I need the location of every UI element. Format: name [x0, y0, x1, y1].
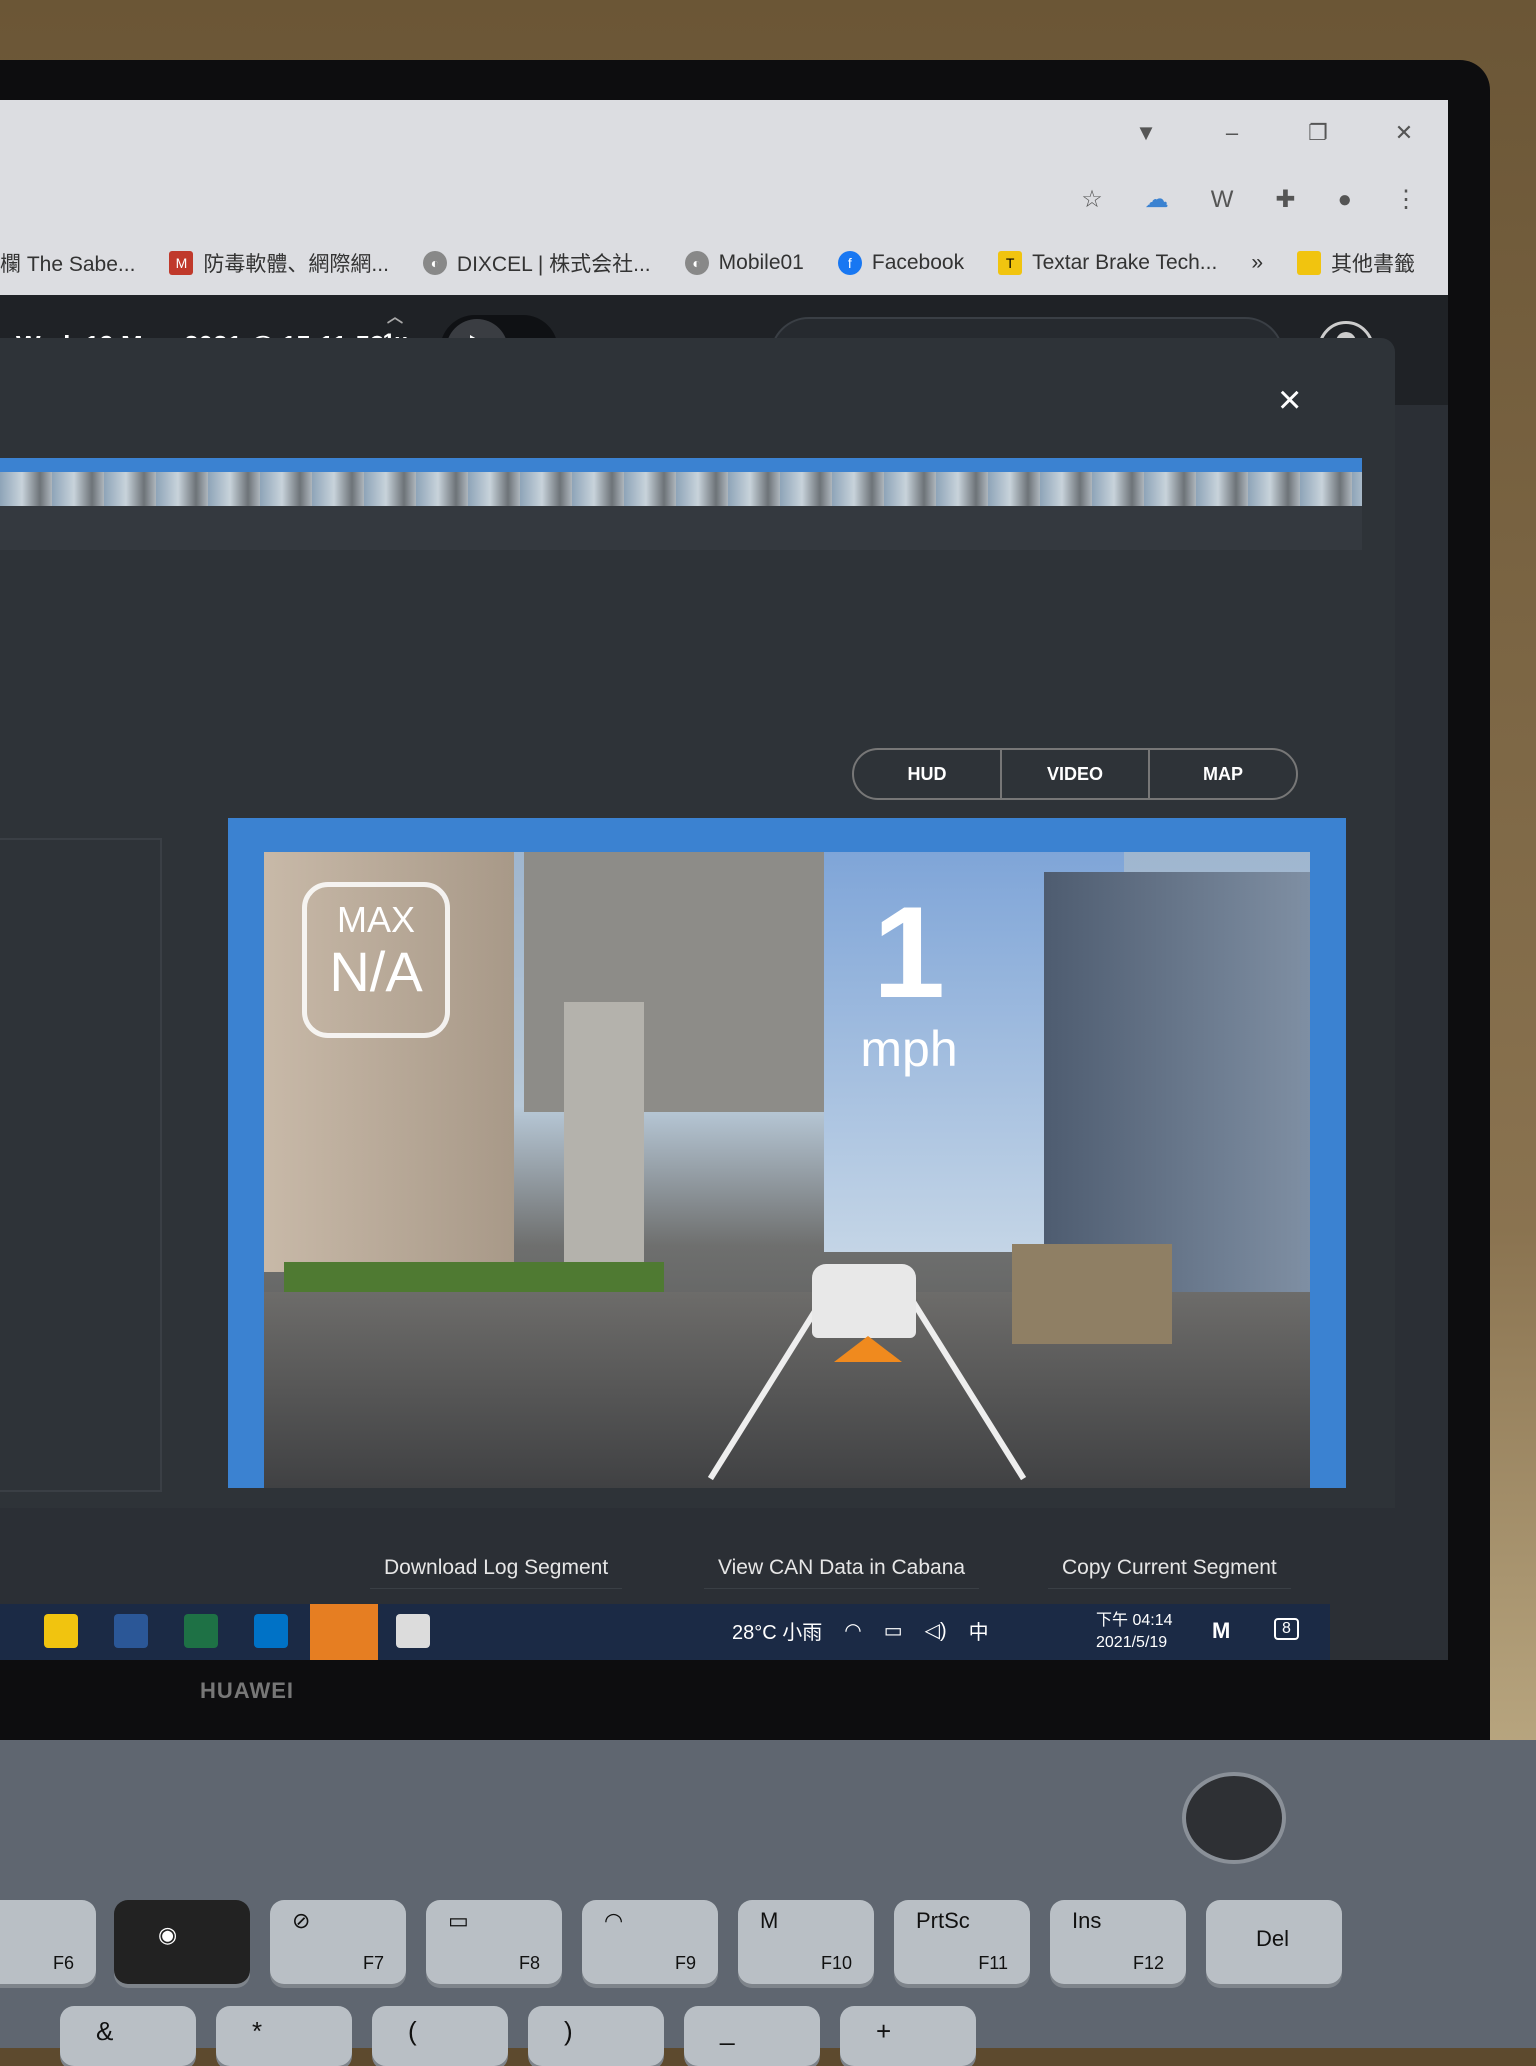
huawei-share-icon: M	[760, 1908, 779, 1933]
clock-date: 2021/5/19	[1096, 1634, 1168, 1651]
key-del[interactable]: Del	[1206, 1900, 1342, 1984]
bookmark-folder[interactable]: 其他書籤	[1297, 248, 1415, 278]
wifi-icon[interactable]: ◠	[844, 1618, 861, 1643]
key-0[interactable]: )	[528, 2006, 664, 2066]
keyboard-deck: F6 ◉ ⊘ F7 ▭ F8 ◠ F9 M F10 PrtSc F11 Ins F12 De…	[0, 1740, 1536, 2066]
bookmark-item[interactable]: ◐ DIXCEL | 株式会社...	[422, 248, 651, 278]
download-log-segment-button[interactable]: Download Log Segment	[370, 1548, 623, 1589]
current-speed: 1	[872, 879, 946, 1025]
calendar-app-icon[interactable]	[396, 1614, 430, 1648]
menu-icon[interactable]: ⋮	[1394, 185, 1418, 214]
star-icon[interactable]: ☆	[1081, 185, 1103, 214]
windows-taskbar: 28°C 小雨 ◠ ▭ ◁) 中 下午 04:14 2021/5/19 M 8	[0, 1604, 1330, 1660]
file-explorer-icon[interactable]	[44, 1614, 78, 1648]
close-window-icon[interactable]: ✕	[1390, 120, 1418, 146]
key-7[interactable]: &	[60, 2006, 196, 2066]
key-9[interactable]: (	[372, 2006, 508, 2066]
bookmark-item[interactable]: ◐ Mobile01	[684, 251, 804, 275]
textar-logo-icon: T	[998, 251, 1023, 275]
video-building-right	[1044, 872, 1310, 1292]
browser-chrome: ▼ – ❐ ✕ ☆ ☁ W ✚ ● ⋮ 欄 The Sabe... M 防毒軟體、…	[0, 100, 1448, 295]
bookmark-item[interactable]: 欄 The Sabe...	[0, 248, 135, 278]
word-icon[interactable]	[114, 1614, 148, 1648]
window-controls: ▼ – ❐ ✕	[1132, 120, 1418, 146]
timeline-thumbnails[interactable]	[0, 472, 1362, 506]
bookmark-item[interactable]: f Facebook	[837, 251, 964, 275]
weather-widget[interactable]: 28°C 小雨	[732, 1616, 822, 1645]
system-tray: 28°C 小雨 ◠ ▭ ◁) 中	[732, 1616, 989, 1645]
ime-indicator[interactable]: 中	[969, 1616, 989, 1645]
volume-icon[interactable]: ◁)	[925, 1618, 947, 1643]
key-f10[interactable]: M F10	[738, 1900, 874, 1984]
truck	[1012, 1244, 1172, 1344]
info-sidebar	[0, 838, 162, 1492]
mic-mute-icon: ⊘	[292, 1908, 311, 1933]
profile-avatar-icon[interactable]: ●	[1338, 186, 1353, 214]
line-app-icon[interactable]	[310, 1604, 378, 1660]
max-speed-label: MAX	[336, 899, 415, 940]
copy-current-segment-button[interactable]: Copy Current Segment	[1048, 1548, 1291, 1589]
bookmark-item[interactable]: T Textar Brake Tech...	[998, 251, 1217, 275]
lead-vehicle-marker-icon	[834, 1336, 902, 1362]
video-frame: MAX N/A 1 mph	[228, 818, 1346, 1488]
max-speed-box: MAX N/A	[302, 882, 450, 1038]
globe-icon: ◐	[422, 251, 447, 275]
key-camera[interactable]: ◉	[114, 1900, 250, 1984]
excel-icon[interactable]	[184, 1614, 218, 1648]
key-f8[interactable]: ▭ F8	[426, 1900, 562, 1984]
chevron-up-icon[interactable]: ︿	[380, 307, 410, 329]
key-8[interactable]: *	[216, 2006, 352, 2066]
laptop-brand: HUAWEI	[200, 1678, 294, 1703]
outlook-icon[interactable]	[254, 1614, 288, 1648]
extension-icon[interactable]: W	[1211, 186, 1234, 214]
clock-time: 下午 04:14	[1096, 1612, 1173, 1629]
key-f9[interactable]: ◠ F9	[582, 1900, 718, 1984]
toolbar-icons: ☆ ☁ W ✚ ● ⋮	[1081, 185, 1418, 214]
display-icon: ▭	[448, 1908, 469, 1933]
folder-icon	[1297, 251, 1321, 275]
profile-dropdown-icon[interactable]: ▼	[1132, 120, 1160, 146]
power-button[interactable]	[1182, 1772, 1286, 1864]
bookmarks-bar: 欄 The Sabe... M 防毒軟體、網際網... ◐ DIXCEL | 株式会…	[0, 240, 1448, 286]
segment-actions: Download Log Segment View CAN Data in Ca…	[0, 1538, 1395, 1598]
key-minus[interactable]: _	[684, 2006, 820, 2066]
minimize-icon[interactable]: –	[1218, 120, 1246, 146]
bookmark-item[interactable]: M 防毒軟體、網際網...	[169, 248, 389, 278]
tab-hud[interactable]: HUD	[854, 750, 1002, 798]
view-tabs: HUD VIDEO MAP	[852, 748, 1298, 800]
clock[interactable]: 下午 04:14 2021/5/19	[1096, 1610, 1173, 1654]
facebook-icon: f	[837, 251, 862, 275]
video-pillar	[564, 1002, 644, 1302]
key-f7[interactable]: ⊘ F7	[270, 1900, 406, 1984]
lead-car	[812, 1264, 916, 1338]
more-bookmarks-button[interactable]: »	[1251, 251, 1263, 275]
wifi-icon: ◠	[604, 1908, 624, 1933]
tab-map[interactable]: MAP	[1150, 750, 1296, 798]
key-f11[interactable]: PrtSc F11	[894, 1900, 1030, 1984]
app-tray-icon[interactable]: M	[1212, 1618, 1230, 1644]
shield-icon: M	[169, 251, 194, 275]
battery-icon[interactable]: ▭	[884, 1618, 903, 1643]
close-icon[interactable]: ×	[1278, 378, 1301, 423]
key-f12[interactable]: Ins F12	[1050, 1900, 1186, 1984]
notification-center[interactable]: 8	[1274, 1618, 1299, 1640]
max-speed-value: N/A	[329, 940, 423, 1003]
key-equals[interactable]: +	[840, 2006, 976, 2066]
keyboard: F6 ◉ ⊘ F7 ▭ F8 ◠ F9 M F10 PrtSc F11 Ins F12 De…	[0, 1890, 1536, 2066]
key-f6[interactable]: F6	[0, 1900, 96, 1984]
view-can-data-button[interactable]: View CAN Data in Cabana	[704, 1548, 980, 1589]
dashcam-video[interactable]: MAX N/A 1 mph	[264, 852, 1310, 1488]
puzzle-icon[interactable]: ✚	[1275, 185, 1295, 214]
speed-unit: mph	[860, 1021, 958, 1077]
restore-icon[interactable]: ❐	[1304, 120, 1332, 146]
globe-icon: ◐	[684, 251, 709, 275]
camera-icon: ◉	[158, 1922, 178, 1947]
tab-video[interactable]: VIDEO	[1002, 750, 1150, 798]
cloud-icon[interactable]: ☁	[1145, 185, 1169, 214]
